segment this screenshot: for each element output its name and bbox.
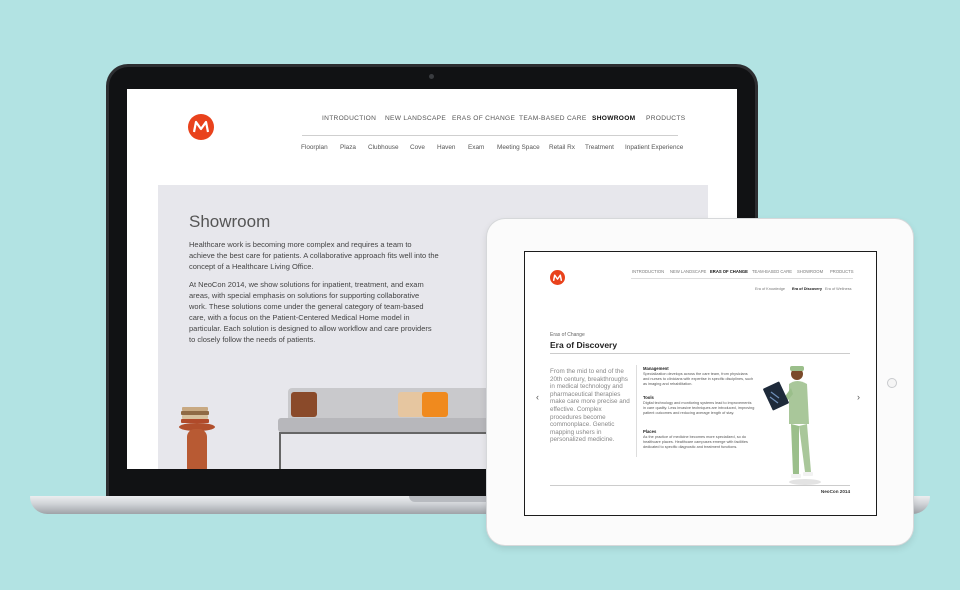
- page-title: Era of Discovery: [550, 340, 618, 350]
- footer-brand: NeoCon 2014: [820, 489, 850, 494]
- nav-item-eras-of-change[interactable]: ERAS OF CHANGE: [452, 115, 515, 122]
- sofa-seat: [278, 418, 503, 432]
- pillow-brown: [291, 392, 317, 417]
- section-body: As the practice of medicine becomes more…: [643, 435, 748, 449]
- section-eyebrow: Eras of Change: [550, 332, 585, 338]
- sofa-leg: [279, 432, 281, 469]
- next-arrow-icon[interactable]: ›: [857, 392, 860, 402]
- pillow-tan: [398, 392, 424, 417]
- prev-arrow-icon[interactable]: ‹: [536, 392, 539, 402]
- column-divider: [636, 365, 637, 457]
- subnav-era-of-wellness[interactable]: Era of Wellness: [825, 287, 852, 291]
- section-heading: Tools: [643, 395, 654, 400]
- brand-logo-icon[interactable]: [188, 114, 214, 140]
- nav-item-products[interactable]: PRODUCTS: [830, 269, 854, 274]
- subnav-retail-rx[interactable]: Retail Rx: [549, 144, 575, 151]
- subnav-treatment[interactable]: Treatment: [585, 144, 614, 151]
- nav-divider: [631, 278, 853, 279]
- nav-item-team-based-care[interactable]: TEAM-BASED CARE: [519, 115, 587, 122]
- home-button-icon[interactable]: [887, 378, 897, 388]
- body-paragraph: At NeoCon 2014, we show solutions for in…: [189, 280, 432, 344]
- subnav-clubhouse[interactable]: Clubhouse: [368, 144, 399, 151]
- nav-item-introduction[interactable]: INTRODUCTION: [322, 115, 376, 122]
- subnav-haven[interactable]: Haven: [437, 144, 455, 151]
- section-heading: Places: [643, 429, 657, 434]
- nav-item-new-landscape[interactable]: NEW LANDSCAPE: [385, 115, 446, 122]
- subnav-era-of-discovery[interactable]: Era of Discovery: [792, 287, 822, 291]
- stool-base: [187, 429, 207, 469]
- section-body: Specialization develops across the care …: [643, 372, 754, 386]
- nav-item-team-based-care[interactable]: TEAM-BASED CARE: [752, 269, 792, 274]
- nav-item-showroom[interactable]: SHOWROOM: [592, 115, 635, 122]
- title-divider: [550, 353, 850, 354]
- tablet-screen: INTRODUCTION NEW LANDSCAPE ERAS OF CHANG…: [524, 251, 877, 516]
- subnav-meeting-space[interactable]: Meeting Space: [497, 144, 540, 151]
- intro-paragraph: Healthcare work is becoming more complex…: [189, 240, 439, 271]
- subnav-floorplan[interactable]: Floorplan: [301, 144, 328, 151]
- main-nav: INTRODUCTION NEW LANDSCAPE ERAS OF CHANG…: [302, 113, 685, 136]
- subnav-plaza[interactable]: Plaza: [340, 144, 356, 151]
- subnav-cove[interactable]: Cove: [410, 144, 425, 151]
- subnav-era-of-knowledge[interactable]: Era of Knowledge: [755, 287, 785, 291]
- nav-item-new-landscape[interactable]: NEW LANDSCAPE: [670, 269, 706, 274]
- page-title: Showroom: [189, 212, 271, 231]
- subnav-exam[interactable]: Exam: [468, 144, 484, 151]
- section-body: Digital technology and monitoring system…: [643, 401, 755, 415]
- subnav-inpatient-experience[interactable]: Inpatient Experience: [625, 144, 683, 151]
- nav-item-eras-of-change[interactable]: ERAS OF CHANGE: [710, 269, 748, 274]
- brand-logo-icon[interactable]: [550, 270, 565, 285]
- sofa-back: [288, 388, 493, 421]
- nav-item-showroom[interactable]: SHOWROOM: [797, 269, 823, 274]
- nav-item-introduction[interactable]: INTRODUCTION: [632, 269, 664, 274]
- pillow-orange: [422, 392, 448, 417]
- camera-icon: [429, 74, 434, 79]
- section-heading: Management: [643, 366, 669, 371]
- doctor-illustration: [763, 366, 821, 485]
- footer-divider: [550, 485, 850, 486]
- nav-item-products[interactable]: PRODUCTS: [646, 115, 685, 122]
- intro-text: From the mid to end of the 20th century,…: [550, 368, 630, 444]
- sofa-frame: [279, 432, 502, 434]
